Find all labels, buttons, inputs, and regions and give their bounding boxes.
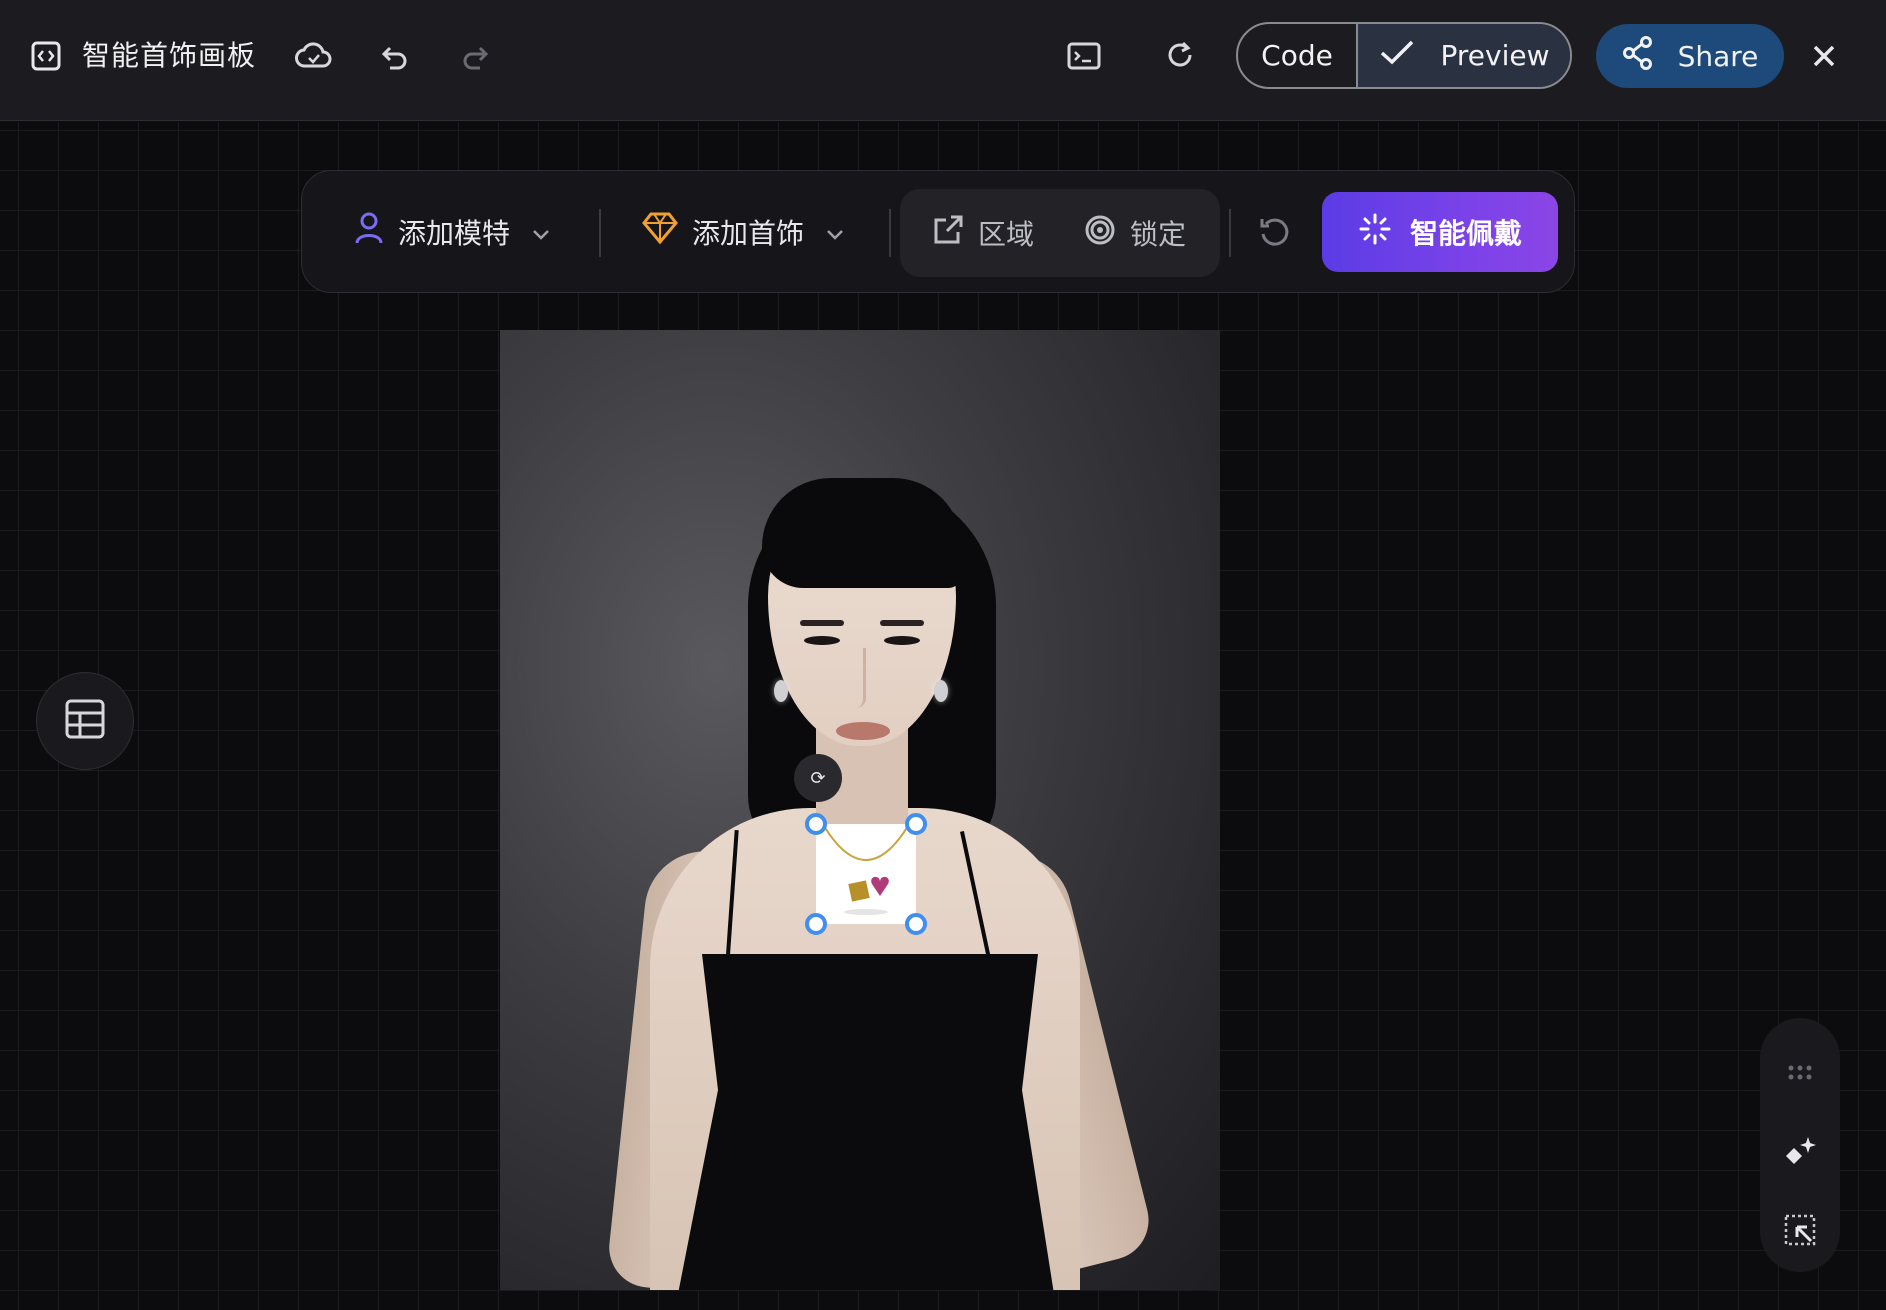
add-jewelry-button[interactable]: 添加首饰: [642, 211, 844, 252]
resize-handle-bottom-left[interactable]: [805, 913, 827, 935]
model-brow: [880, 620, 924, 626]
diamond-icon: [642, 211, 678, 252]
model-nose: [850, 648, 866, 708]
rotate-glyph: ⟳: [810, 767, 826, 789]
chevron-down-icon: [826, 215, 844, 248]
redo-icon[interactable]: [460, 42, 490, 72]
user-icon: [354, 211, 384, 252]
toolbar-divider: [1229, 209, 1231, 257]
cloud-save-icon[interactable]: [294, 40, 334, 72]
model-eye: [804, 636, 840, 645]
resize-handle-top-right[interactable]: [905, 813, 927, 835]
floating-toolbar: 添加模特 添加首饰 区域 锁定 智能佩戴: [301, 170, 1575, 293]
close-icon[interactable]: [1810, 42, 1838, 70]
target-icon: [1084, 214, 1116, 253]
terminal-icon[interactable]: [1066, 40, 1102, 72]
magic-wand-icon[interactable]: [1760, 1130, 1840, 1174]
select-arrow-icon[interactable]: [1760, 1210, 1840, 1250]
app-title: 智能首饰画板: [82, 39, 257, 72]
add-jewelry-label: 添加首饰: [692, 216, 805, 250]
resize-handle-bottom-right[interactable]: [905, 913, 927, 935]
table-icon: [64, 698, 106, 744]
preview-tab[interactable]: Preview: [1358, 24, 1570, 87]
refresh-icon[interactable]: [1164, 38, 1196, 72]
share-button[interactable]: Share: [1596, 24, 1784, 88]
anchor-button[interactable]: 锁定: [1084, 213, 1186, 253]
model-dress: [678, 954, 1054, 1290]
chevron-down-icon: [532, 215, 550, 248]
code-tab-label: Code: [1261, 39, 1333, 72]
region-anchor-group: 区域 锁定: [900, 189, 1220, 277]
reset-icon[interactable]: [1258, 215, 1292, 249]
region-label: 区域: [978, 218, 1035, 251]
necklace-pendant[interactable]: [816, 824, 916, 924]
ai-wear-label: 智能佩戴: [1409, 217, 1522, 250]
earring-left: [774, 680, 788, 702]
drag-grip-icon[interactable]: [1760, 1058, 1840, 1088]
view-toggle: Code Preview: [1236, 22, 1572, 89]
code-tab[interactable]: Code: [1238, 24, 1358, 87]
share-label: Share: [1677, 39, 1759, 73]
top-bar: 智能首饰画板 Code Preview Share: [0, 0, 1886, 121]
add-model-button[interactable]: 添加模特: [354, 211, 550, 252]
share-icon: [1622, 35, 1654, 77]
rotate-handle[interactable]: ⟳: [794, 754, 842, 802]
right-dock: [1760, 1018, 1840, 1272]
earring-right: [934, 680, 948, 702]
add-model-label: 添加模特: [398, 216, 511, 250]
resize-handle-top-left[interactable]: [805, 813, 827, 835]
toolbar-divider: [599, 209, 601, 257]
model-photo[interactable]: ⟳: [500, 330, 1220, 1290]
table-view-button[interactable]: [36, 672, 134, 770]
model-lips: [836, 722, 890, 740]
undo-icon[interactable]: [380, 42, 410, 72]
ai-wear-button[interactable]: 智能佩戴: [1322, 192, 1558, 272]
external-link-icon: [932, 214, 964, 253]
check-icon: [1379, 38, 1415, 73]
region-button[interactable]: 区域: [932, 213, 1034, 253]
model-eye: [884, 636, 920, 645]
code-window-icon[interactable]: [30, 40, 62, 72]
sparkle-loading-icon: [1358, 212, 1392, 253]
anchor-label: 锁定: [1130, 218, 1187, 251]
preview-tab-label: Preview: [1440, 39, 1550, 72]
toolbar-divider: [889, 209, 891, 257]
necklace-image: [823, 825, 909, 915]
model-fringe: [762, 478, 962, 588]
model-brow: [800, 620, 844, 626]
